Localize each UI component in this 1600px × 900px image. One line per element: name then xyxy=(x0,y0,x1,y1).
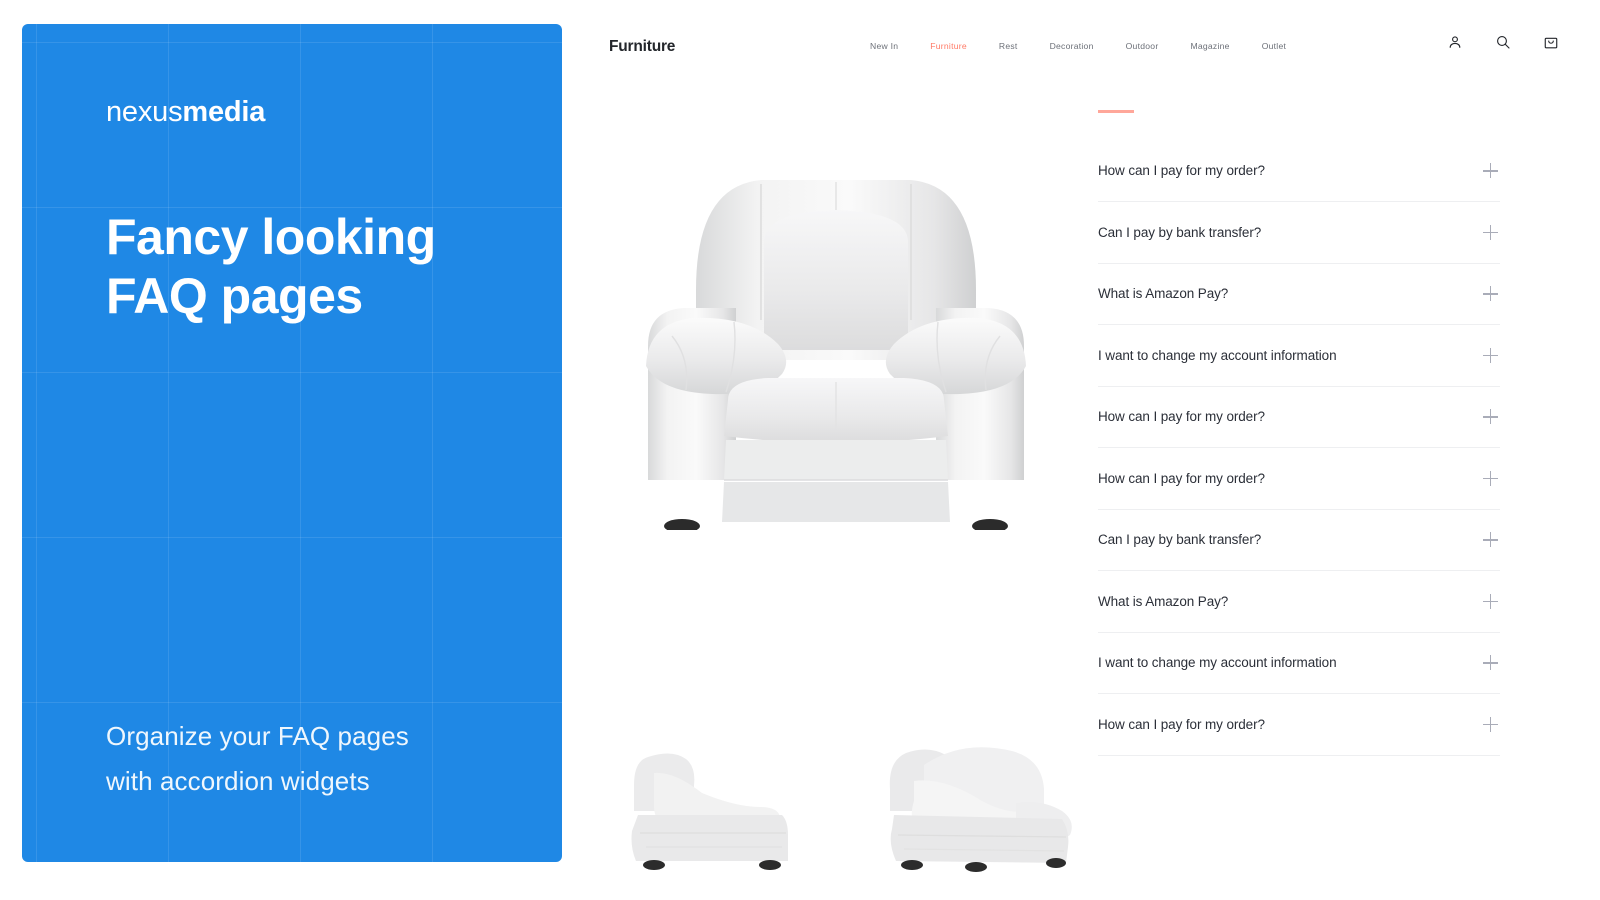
main-navigation: New In Furniture Rest Decoration Outdoor… xyxy=(870,41,1286,51)
plus-icon[interactable] xyxy=(1483,532,1498,548)
nav-item-decoration[interactable]: Decoration xyxy=(1050,41,1094,51)
search-icon[interactable] xyxy=(1495,34,1511,50)
faq-question: I want to change my account information xyxy=(1098,655,1337,671)
header-icon-group xyxy=(1447,34,1559,50)
plus-icon[interactable] xyxy=(1483,409,1498,425)
account-icon[interactable] xyxy=(1447,34,1463,50)
nav-item-magazine[interactable]: Magazine xyxy=(1190,41,1229,51)
site-header: Furniture New In Furniture Rest Decorati… xyxy=(562,0,1600,96)
faq-question: I want to change my account information xyxy=(1098,347,1337,363)
faq-item[interactable]: What is Amazon Pay? xyxy=(1098,264,1500,325)
promo-subtext-line2: with accordion widgets xyxy=(106,765,370,796)
faq-question: How can I pay for my order? xyxy=(1098,409,1265,425)
product-thumbnail-angled-view[interactable] xyxy=(866,715,1096,875)
site-logo[interactable]: Furniture xyxy=(609,38,675,56)
brand-logo-bold: media xyxy=(182,96,266,128)
nav-item-new-in[interactable]: New In xyxy=(870,41,898,51)
faq-question: How can I pay for my order? xyxy=(1098,163,1265,179)
faq-item[interactable]: I want to change my account information xyxy=(1098,633,1500,694)
faq-item[interactable]: How can I pay for my order? xyxy=(1098,387,1500,448)
promo-panel: nexusmedia Fancy looking FAQ pages Organ… xyxy=(22,24,562,862)
plus-icon[interactable] xyxy=(1483,716,1498,732)
promo-subtext: Organize your FAQ pages with accordion w… xyxy=(106,714,526,803)
faq-accent-rule xyxy=(1098,110,1134,113)
faq-item[interactable]: What is Amazon Pay? xyxy=(1098,571,1500,633)
faq-question: Can I pay by bank transfer? xyxy=(1098,224,1262,240)
promo-subtext-line1: Organize your FAQ pages xyxy=(106,721,409,751)
nav-item-rest[interactable]: Rest xyxy=(999,41,1018,51)
promo-headline-line2: FAQ pages xyxy=(106,268,363,324)
plus-icon[interactable] xyxy=(1483,593,1498,609)
nav-item-furniture[interactable]: Furniture xyxy=(930,41,967,51)
plus-icon[interactable] xyxy=(1483,347,1498,363)
faq-item[interactable]: I want to change my account information xyxy=(1098,325,1500,387)
product-gallery xyxy=(586,150,1086,872)
nav-item-outlet[interactable]: Outlet xyxy=(1262,41,1286,51)
product-thumbnail-list xyxy=(610,715,1110,875)
plus-icon[interactable] xyxy=(1483,224,1498,240)
faq-item[interactable]: Can I pay by bank transfer? xyxy=(1098,510,1500,571)
brand-logo: nexusmedia xyxy=(106,96,478,129)
faq-item[interactable]: How can I pay for my order? xyxy=(1098,448,1500,510)
plus-icon[interactable] xyxy=(1483,470,1498,486)
website-preview: Furniture New In Furniture Rest Decorati… xyxy=(562,0,1600,900)
faq-question: How can I pay for my order? xyxy=(1098,470,1265,486)
faq-question: What is Amazon Pay? xyxy=(1098,286,1229,302)
faq-question: What is Amazon Pay? xyxy=(1098,593,1229,609)
product-main-image[interactable] xyxy=(586,150,1086,533)
faq-item[interactable]: How can I pay for my order? xyxy=(1098,141,1500,202)
product-thumbnail-side-view[interactable] xyxy=(610,715,840,875)
brand-logo-light: nexus xyxy=(106,96,183,128)
faq-question: How can I pay for my order? xyxy=(1098,716,1265,732)
page-root: nexusmedia Fancy looking FAQ pages Organ… xyxy=(0,0,1600,900)
faq-question: Can I pay by bank transfer? xyxy=(1098,532,1262,548)
plus-icon[interactable] xyxy=(1483,655,1498,671)
promo-headline-line1: Fancy looking xyxy=(106,209,436,265)
faq-accordion: How can I pay for my order? Can I pay by… xyxy=(1098,110,1500,756)
cart-icon[interactable] xyxy=(1543,34,1559,50)
promo-headline: Fancy looking FAQ pages xyxy=(106,208,536,326)
nav-item-outdoor[interactable]: Outdoor xyxy=(1126,41,1159,51)
plus-icon[interactable] xyxy=(1483,286,1498,302)
faq-item[interactable]: How can I pay for my order? xyxy=(1098,694,1500,756)
faq-item[interactable]: Can I pay by bank transfer? xyxy=(1098,202,1500,264)
plus-icon[interactable] xyxy=(1483,163,1498,179)
